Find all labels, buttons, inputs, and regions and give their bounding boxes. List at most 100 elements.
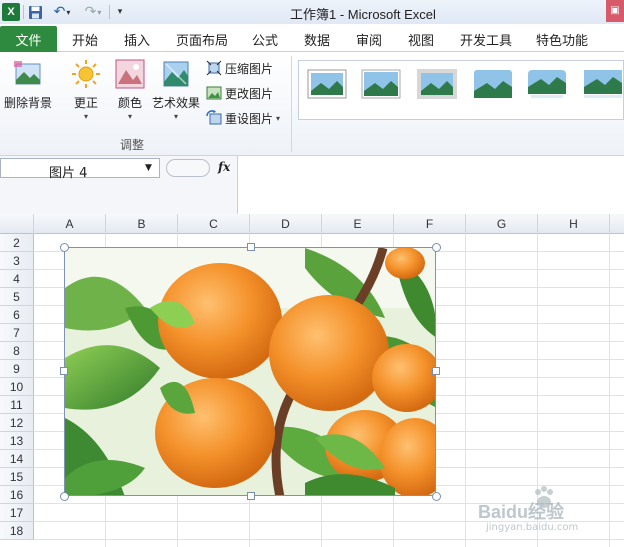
window-corner-button[interactable]: ▣ <box>606 0 624 22</box>
resize-handle-top[interactable] <box>247 243 255 251</box>
artistic-effects-icon <box>163 61 189 87</box>
column-header[interactable]: H <box>538 214 610 234</box>
color-label: 颜色 <box>117 96 142 110</box>
tab-developer[interactable]: 开发工具 <box>460 30 512 49</box>
redo-icon[interactable]: ↷ ▾ <box>82 3 104 21</box>
column-headers: A B C D E F G H <box>0 214 624 234</box>
tab-file[interactable]: 文件 <box>0 26 57 52</box>
baidu-watermark: Baidu经验 jingyan.baidu.com <box>478 484 618 540</box>
row-header[interactable]: 14 <box>0 450 34 468</box>
chevron-down-icon[interactable]: ▼ <box>145 163 152 173</box>
row-header[interactable]: 11 <box>0 396 34 414</box>
resize-handle-top-right[interactable] <box>432 243 441 252</box>
adjust-group-label: 调整 <box>120 138 145 152</box>
row-header[interactable]: 2 <box>0 234 34 252</box>
row-header[interactable]: 3 <box>0 252 34 270</box>
remove-background-label: 删除背景 <box>4 96 53 110</box>
resize-handle-bottom-right[interactable] <box>432 492 441 501</box>
formula-bar: 图片 4 ▼ fx <box>0 156 624 214</box>
chevron-down-icon: ▾ <box>276 114 281 123</box>
column-header[interactable]: B <box>106 214 178 234</box>
corrections-sun-icon <box>72 60 100 88</box>
compress-pictures-label: 压缩图片 <box>225 61 274 76</box>
row-header[interactable]: 17 <box>0 504 34 522</box>
remove-background-button[interactable]: 删除背景 <box>4 58 52 111</box>
insert-function-icon[interactable]: fx <box>218 160 230 174</box>
picture-styles-gallery[interactable] <box>298 60 624 120</box>
row-header[interactable]: 6 <box>0 306 34 324</box>
resize-handle-bottom[interactable] <box>247 492 255 500</box>
column-header[interactable]: G <box>466 214 538 234</box>
ribbon-body: 删除背景 更正 ▾ 颜色 ▾ 艺术效果 ▾ 压缩图片 更改图片 重设图片 ▾ 调… <box>0 52 624 156</box>
row-header[interactable]: 4 <box>0 270 34 288</box>
picture-style-thumb[interactable] <box>307 69 347 99</box>
tab-insert[interactable]: 插入 <box>124 30 150 49</box>
change-picture-icon <box>206 86 222 100</box>
qa-separator <box>23 5 24 19</box>
artistic-effects-label: 艺术效果 <box>152 96 201 110</box>
tab-formulas[interactable]: 公式 <box>252 30 278 49</box>
column-header[interactable]: C <box>178 214 250 234</box>
watermark-url: jingyan.baidu.com <box>486 522 579 533</box>
window-title: 工作簿1 - Microsoft Excel <box>290 7 436 22</box>
corrections-button[interactable]: 更正 ▾ <box>70 58 102 121</box>
resize-handle-right[interactable] <box>432 367 440 375</box>
namebox-area: 图片 4 ▼ fx <box>0 156 238 214</box>
row-header[interactable]: 16 <box>0 486 34 504</box>
remove-background-icon <box>14 61 41 85</box>
resize-handle-left[interactable] <box>60 367 68 375</box>
tab-review[interactable]: 审阅 <box>356 30 382 49</box>
apricot-photo <box>65 248 435 495</box>
corrections-label: 更正 <box>73 96 98 110</box>
row-header[interactable]: 15 <box>0 468 34 486</box>
picture-style-thumb[interactable] <box>583 69 623 99</box>
qa-separator <box>109 5 110 19</box>
row-header[interactable]: 7 <box>0 324 34 342</box>
row-header[interactable]: 9 <box>0 360 34 378</box>
reset-picture-button[interactable]: 重设图片 ▾ <box>206 108 280 128</box>
reset-picture-icon <box>206 110 222 125</box>
picture-style-thumb[interactable] <box>473 69 513 99</box>
undo-icon[interactable]: ↶ ▾ <box>51 3 73 21</box>
select-all-corner[interactable] <box>0 214 34 234</box>
row-header[interactable]: 8 <box>0 342 34 360</box>
picture-style-thumb[interactable] <box>527 69 567 99</box>
compress-pictures-icon <box>206 60 222 76</box>
name-box-value: 图片 4 <box>49 166 88 181</box>
title-bar: X ↶ ▾ ↷ ▾ ▾ 工作簿1 - Microsoft Excel ▣ <box>0 0 624 24</box>
resize-handle-top-left[interactable] <box>60 243 69 252</box>
formula-bar-expander[interactable] <box>166 159 210 177</box>
change-picture-label: 更改图片 <box>225 86 274 101</box>
column-header[interactable]: D <box>250 214 322 234</box>
tab-view[interactable]: 视图 <box>408 30 434 49</box>
row-header[interactable]: 13 <box>0 432 34 450</box>
row-header[interactable]: 12 <box>0 414 34 432</box>
save-icon[interactable] <box>27 3 43 21</box>
column-header[interactable]: F <box>394 214 466 234</box>
resize-handle-bottom-left[interactable] <box>60 492 69 501</box>
compress-pictures-button[interactable]: 压缩图片 <box>206 58 273 78</box>
name-box[interactable]: 图片 4 ▼ <box>0 158 160 181</box>
column-header[interactable]: A <box>34 214 106 234</box>
row-header[interactable]: 5 <box>0 288 34 306</box>
color-button[interactable]: 颜色 ▾ <box>114 58 146 121</box>
picture-style-thumb[interactable] <box>361 69 401 99</box>
excel-app-icon[interactable]: X <box>2 3 20 21</box>
selected-picture[interactable] <box>64 247 436 496</box>
picture-style-thumb[interactable] <box>417 69 457 99</box>
row-header[interactable]: 10 <box>0 378 34 396</box>
change-picture-button[interactable]: 更改图片 <box>206 83 273 103</box>
tab-data[interactable]: 数据 <box>304 30 330 49</box>
customize-quick-access-icon[interactable]: ▾ <box>114 3 126 21</box>
row-header[interactable]: 18 <box>0 522 34 540</box>
color-picture-icon <box>115 59 145 89</box>
column-header[interactable]: E <box>322 214 394 234</box>
chevron-down-icon: ▾ <box>127 112 132 121</box>
ribbon-tab-bar: 文件 开始 插入 页面布局 公式 数据 审阅 视图 开发工具 特色功能 <box>0 24 624 52</box>
tab-page-layout[interactable]: 页面布局 <box>176 30 228 49</box>
tab-home[interactable]: 开始 <box>72 30 98 49</box>
tab-special-features[interactable]: 特色功能 <box>536 30 588 49</box>
watermark-text: Baidu经验 <box>478 502 565 522</box>
artistic-effects-button[interactable]: 艺术效果 ▾ <box>152 58 200 121</box>
formula-input[interactable] <box>238 158 624 178</box>
